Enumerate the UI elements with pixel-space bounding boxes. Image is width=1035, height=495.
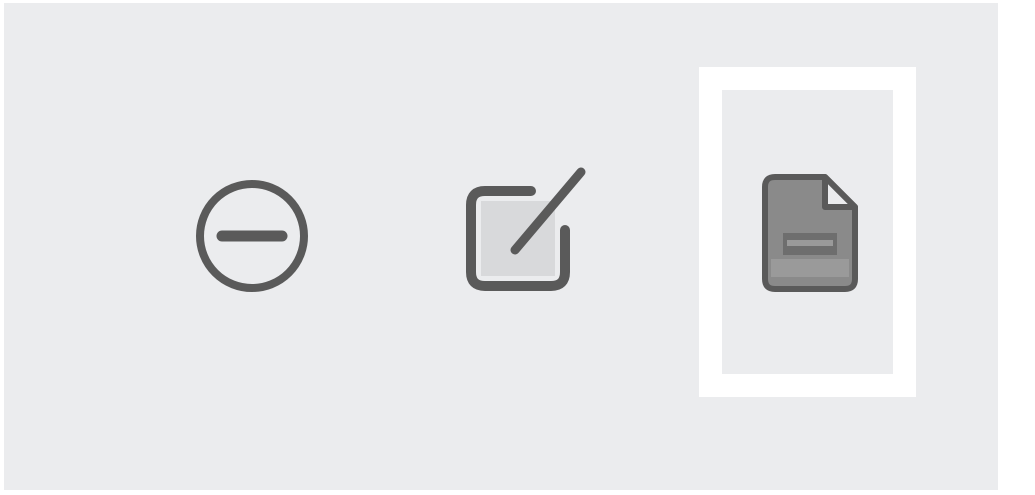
icon-toolbar [4, 3, 998, 490]
remove-button[interactable] [184, 153, 324, 303]
minus-circle-icon [196, 180, 308, 292]
edit-pencil-icon [466, 167, 586, 291]
document-icon [761, 174, 858, 292]
edit-button[interactable] [444, 153, 594, 303]
document-button[interactable] [699, 67, 916, 397]
